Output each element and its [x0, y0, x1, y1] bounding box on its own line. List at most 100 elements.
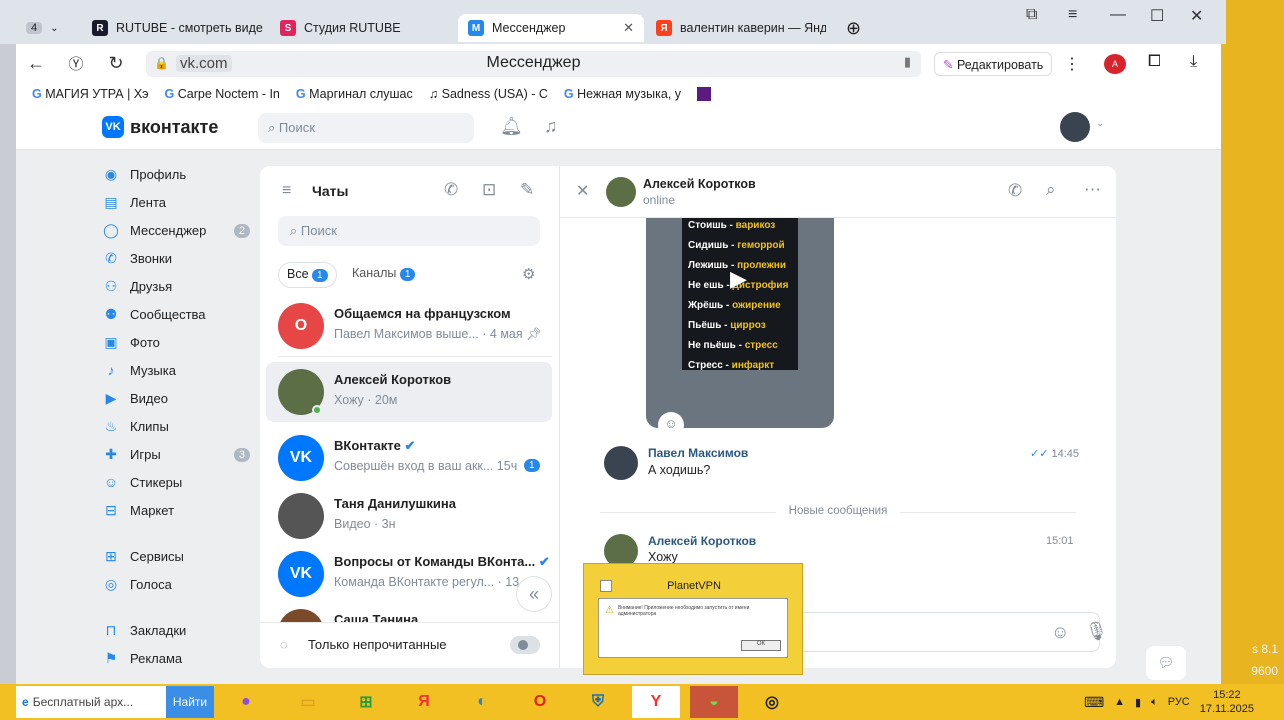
bell-icon[interactable]: 🔔︎ [500, 116, 523, 137]
reload-icon[interactable]: ↻ [96, 53, 136, 74]
menu-item-bookmarks[interactable]: ⊓ Закладки [102, 622, 262, 639]
unread-toggle[interactable] [510, 636, 540, 654]
menu-item-stickers[interactable]: ☺ Стикеры [102, 474, 262, 490]
folder-icon[interactable]: ▭ [284, 686, 332, 718]
tab-channels[interactable]: Каналы 1 [348, 262, 419, 288]
ok-button[interactable]: ОК [741, 640, 781, 651]
menu-item-music[interactable]: ♪ Музыка [102, 362, 262, 378]
chat-item[interactable]: O Общаемся на французском Павел Максимов… [260, 296, 559, 356]
download-icon[interactable]: ⤓ [1190, 53, 1197, 71]
tray-expand-icon[interactable]: ▲ [1114, 696, 1125, 708]
language-indicator[interactable]: РУС [1168, 696, 1190, 708]
reaction-icon[interactable]: ☺ [658, 412, 684, 428]
menu-item-photo[interactable]: ▣ Фото [102, 334, 262, 351]
bookmark-item[interactable]: G Carpe Noctem - In [165, 87, 280, 101]
url-field[interactable]: 🔒 vk.com Мессенджер ▮ [146, 51, 921, 77]
alice-icon[interactable]: ● [222, 686, 270, 718]
vpn-shield-icon[interactable]: ⛨ [574, 686, 622, 718]
obs-icon[interactable]: ◎ [748, 686, 796, 718]
yandex-browser-icon[interactable]: Я [400, 686, 448, 718]
contact-name[interactable]: Алексей Коротков [643, 177, 756, 191]
tab-count-button[interactable]: 4 ⌄ [16, 14, 74, 42]
hamburger-icon[interactable]: ≡ [282, 182, 291, 200]
microphone-icon[interactable]: 🎙︎ [1085, 621, 1108, 642]
back-icon[interactable]: ← [16, 53, 56, 74]
new-tab-button[interactable]: ⊕ [836, 14, 866, 42]
menu-item-groups[interactable]: ⚉ Сообщества [102, 306, 262, 323]
menu-icon[interactable]: ≡ [1068, 6, 1077, 24]
edge-icon[interactable]: ◐ [458, 686, 506, 718]
menu-item-ads[interactable]: ⚑ Реклама [102, 650, 262, 667]
menu-item-profile[interactable]: ◉ Профиль [102, 166, 262, 183]
bookmark-icon[interactable] [697, 87, 712, 101]
add-call-icon[interactable]: ✆ [444, 180, 458, 200]
vk-search-input[interactable]: ⌕ Поиск [258, 113, 474, 143]
pin-icon[interactable]: ⧉ [1026, 6, 1037, 24]
compose-icon[interactable]: ✎ [520, 180, 534, 200]
taskbar-search[interactable]: e Бесплатный арх... [16, 686, 166, 718]
chat-item-active[interactable]: Алексей Коротков Хожу · 20м [266, 362, 552, 422]
vk-logo[interactable]: VK вконтакте [102, 116, 218, 138]
opera-icon[interactable]: O [516, 686, 564, 718]
bookmark-icon[interactable]: ▮ [904, 54, 911, 70]
menu-item-votes[interactable]: ◎ Голоса [102, 576, 262, 593]
chat-item[interactable]: VK ВКонтакте ✔ Совершён вход в ваш акк..… [260, 428, 559, 488]
maximize-icon[interactable]: ☐ [1150, 6, 1164, 26]
menu-item-video[interactable]: ▶ Видео [102, 390, 262, 407]
more-icon[interactable]: ⋮ [1064, 54, 1080, 74]
close-icon[interactable]: ✕ [615, 20, 634, 36]
tab-messenger[interactable]: M Мессенджер ✕ [458, 14, 644, 42]
close-window-icon[interactable]: ✕ [1190, 6, 1203, 26]
volume-icon[interactable]: 🔈︎ [1151, 696, 1158, 709]
collapse-button[interactable]: « [516, 576, 552, 612]
more-icon[interactable]: ⋯ [1084, 180, 1101, 200]
keyboard-icon[interactable]: ⌨ [1084, 694, 1104, 711]
edit-button[interactable]: ✎ Редактировать [934, 52, 1053, 76]
tab-yandex[interactable]: Я валентин каверин — Янд [646, 14, 826, 42]
yandex-home-icon[interactable]: Ⓨ [56, 53, 96, 74]
message-author[interactable]: Алексей Коротков [648, 534, 756, 548]
chat-bubble-icon[interactable]: 💬︎ [1146, 646, 1186, 680]
menu-item-calls[interactable]: ✆ Звонки [102, 250, 262, 267]
phone-icon[interactable]: ✆ [1008, 181, 1022, 201]
tab-rutube[interactable]: R RUTUBE - смотреть виде [82, 14, 270, 42]
menu-item-feed[interactable]: ▤ Лента [102, 194, 262, 211]
menu-item-services[interactable]: ⊞ Сервисы [102, 548, 262, 565]
planet-icon[interactable]: ◒ [690, 686, 738, 718]
chevron-down-icon[interactable]: ⌄ [1096, 118, 1104, 129]
settings-icon[interactable]: ⚙ [522, 265, 535, 283]
find-button[interactable]: Найти [166, 686, 214, 718]
yandex-icon[interactable]: Y [632, 686, 680, 718]
menu-item-market[interactable]: ⊟ Маркет [102, 502, 262, 519]
menu-item-friends[interactable]: ⚇ Друзья [102, 278, 262, 295]
bookmark-item[interactable]: G Маргинал слушас [296, 87, 413, 101]
video-message[interactable]: Стоишь - варикоз Сидишь - геморрой Лежиш… [646, 218, 834, 428]
bookmark-item[interactable]: G МАГИЯ УТРА | Хэ [32, 87, 149, 101]
menu-item-games[interactable]: ✚ Игры 3 [102, 446, 262, 463]
emoji-icon[interactable]: ☺ [1051, 622, 1069, 643]
tab-studio[interactable]: S Студия RUTUBE [270, 14, 450, 42]
bookmark-item[interactable]: ♫ Sadness (USA) - C [429, 87, 548, 101]
music-note-icon[interactable]: ♫ [544, 116, 558, 137]
message-author[interactable]: Павел Максимов [648, 446, 748, 460]
chat-item[interactable]: VK Вопросы от Команды ВКонта... ✔ Команд… [260, 544, 559, 604]
clock[interactable]: 15:22 17.11.2025 [1200, 688, 1254, 716]
network-icon[interactable]: ▮ [1135, 696, 1141, 709]
archive-icon[interactable]: ⊡ [482, 180, 496, 200]
play-icon[interactable]: ▶ [730, 266, 747, 292]
extensions-icon[interactable]: ⧠ [1148, 53, 1161, 71]
menu-item-clips[interactable]: ♨ Клипы [102, 418, 262, 435]
menu-item-messenger[interactable]: ◯ Мессенджер 2 [102, 222, 262, 239]
extension-icon[interactable]: A [1104, 54, 1126, 74]
avatar[interactable] [1060, 112, 1090, 142]
store-icon[interactable]: ⊞ [342, 686, 390, 718]
chat-item[interactable]: Таня Данилушкина Видео · 3н [260, 486, 559, 546]
chat-search-input[interactable]: ⌕ Поиск [278, 216, 540, 246]
bookmark-item[interactable]: G Нежная музыка, у [564, 87, 681, 101]
tab-all[interactable]: Все 1 [278, 262, 337, 288]
avatar[interactable] [606, 177, 636, 207]
close-icon[interactable]: ✕ [576, 181, 589, 201]
minimize-icon[interactable]: — [1110, 6, 1126, 24]
avatar[interactable] [604, 446, 638, 480]
search-icon[interactable]: ⌕ [1046, 180, 1056, 200]
